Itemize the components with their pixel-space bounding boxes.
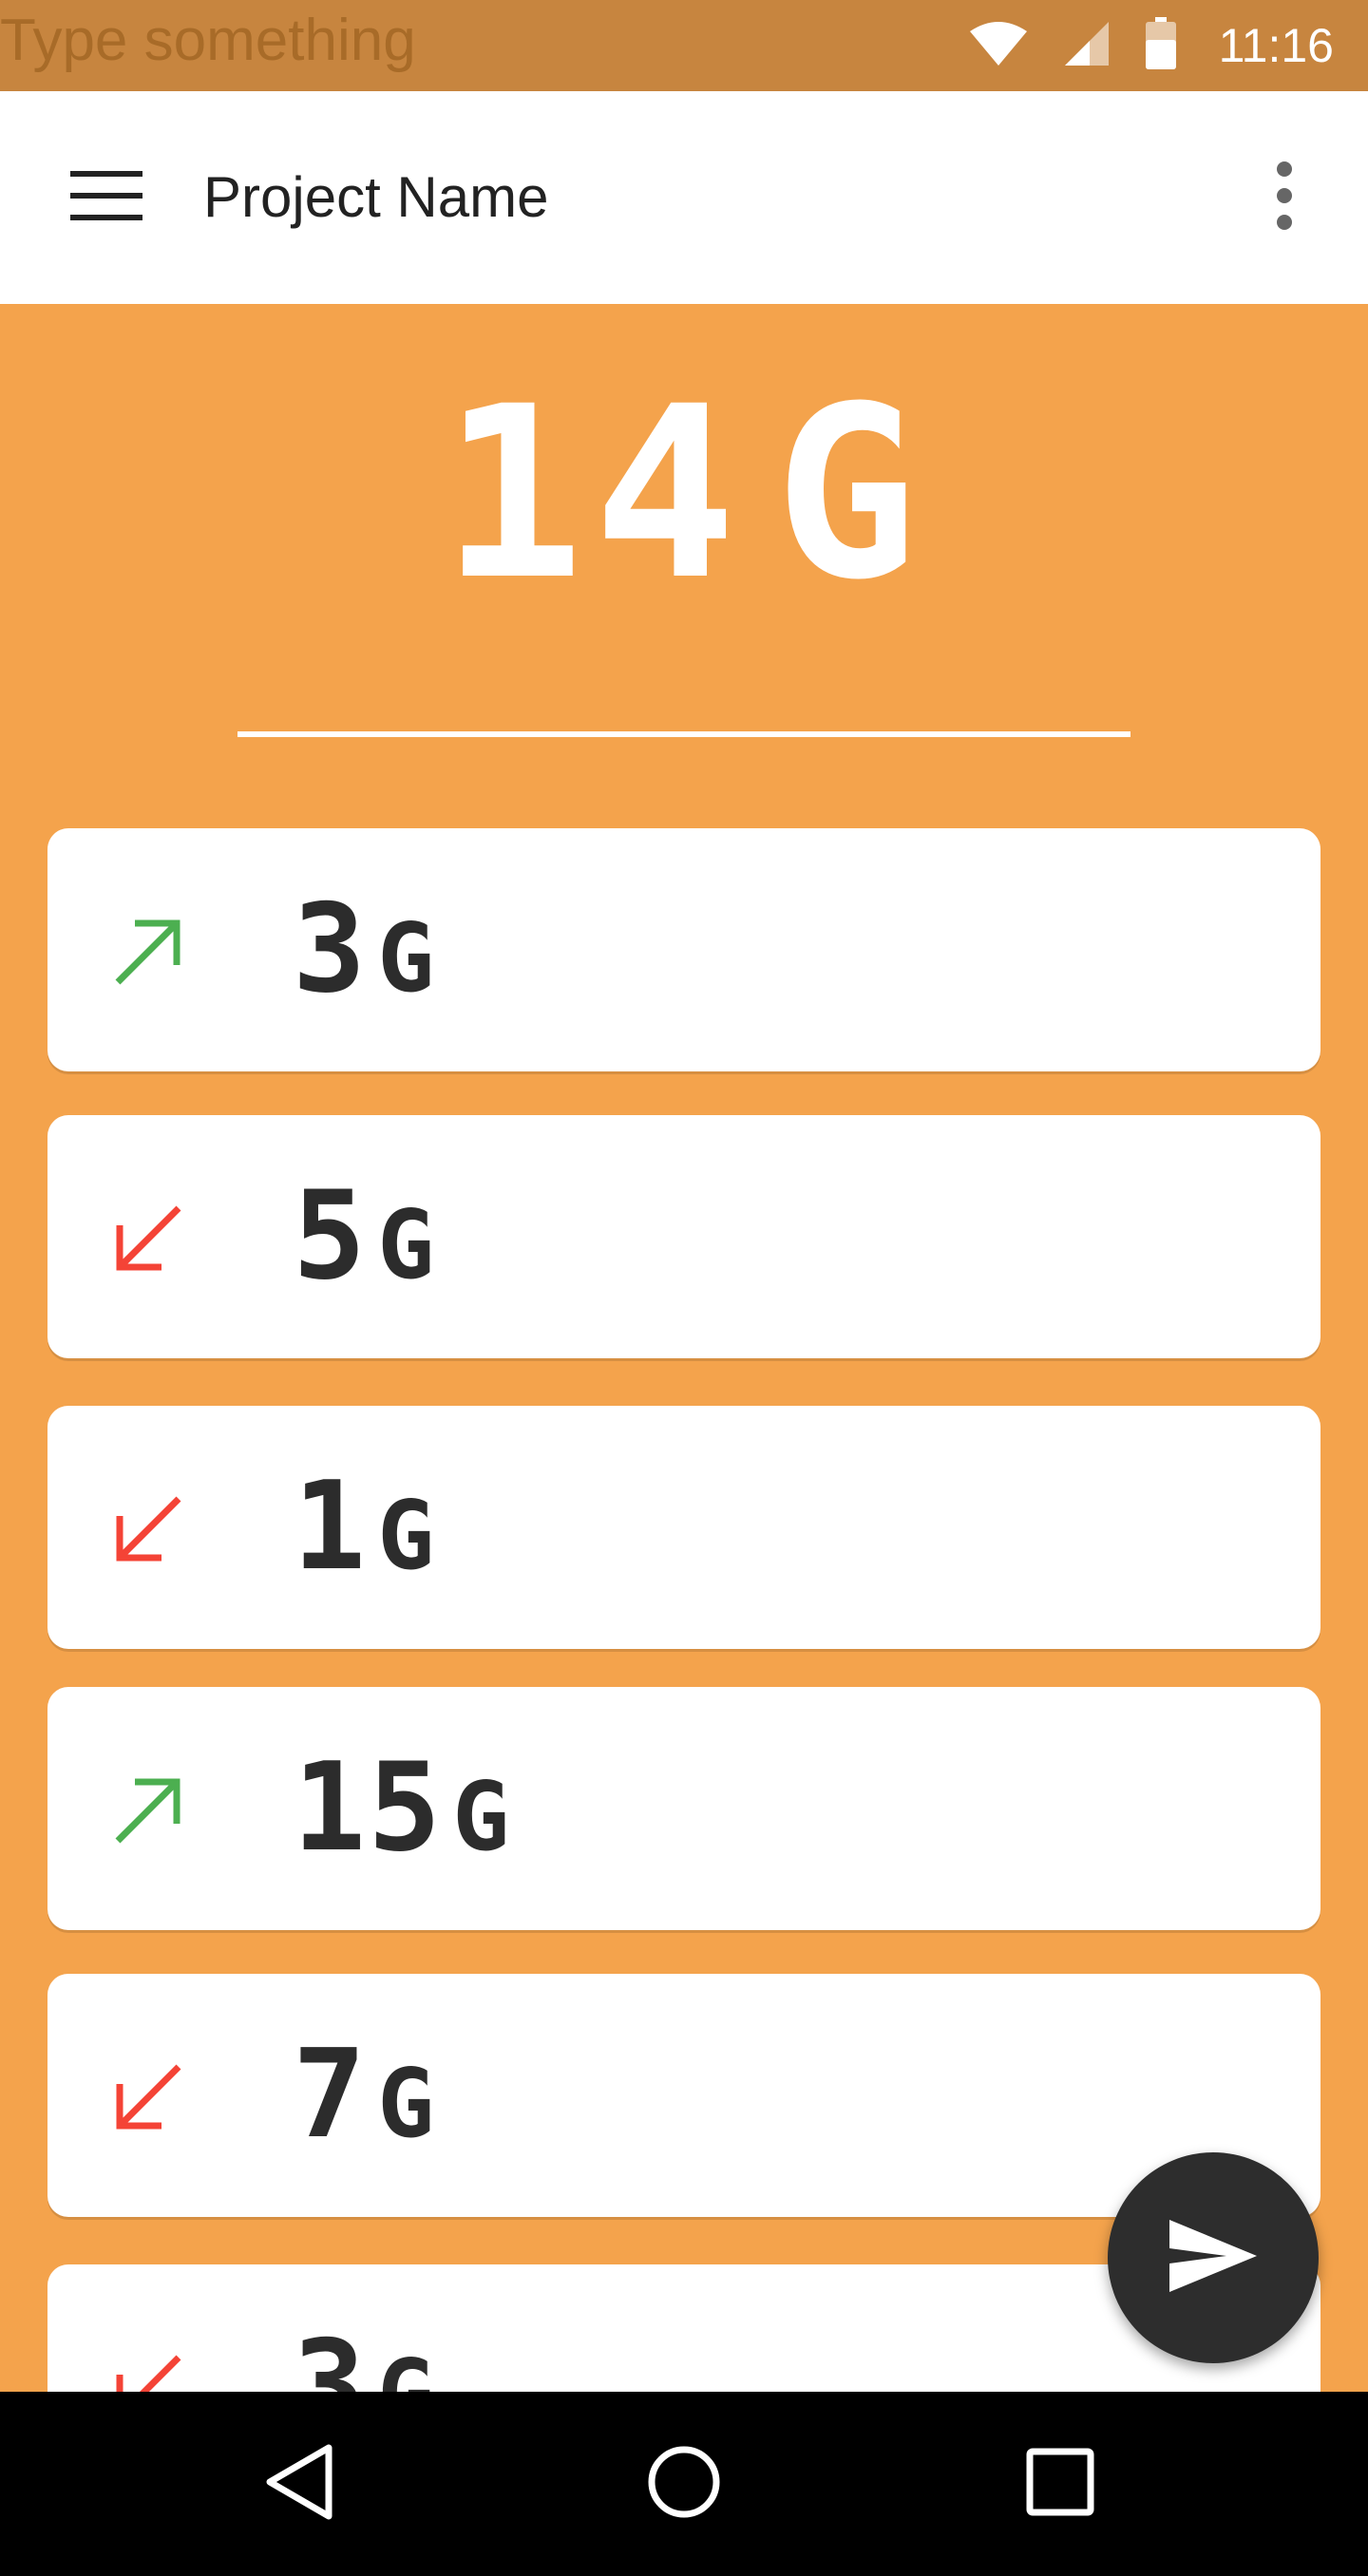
home-icon (646, 2444, 722, 2524)
item-value: 3G (293, 828, 436, 1071)
item-value: 1G (293, 1406, 436, 1649)
item-unit: G (377, 1189, 437, 1300)
status-time: 11:16 (1218, 19, 1334, 72)
total-number: 14 (441, 355, 747, 632)
list-item[interactable]: 15 G (48, 1687, 1320, 1930)
status-bar: Type something 11:16 (0, 0, 1368, 91)
total-value: 14 G (0, 342, 1368, 646)
list-item[interactable]: 3G (48, 828, 1320, 1071)
item-value: 7G (293, 1974, 436, 2217)
status-icons: 11:16 (968, 0, 1334, 91)
status-placeholder-text: Type something (0, 8, 416, 73)
item-number: 1 (293, 1456, 369, 1598)
battery-icon (1145, 17, 1177, 74)
hamburger-menu-icon (70, 169, 142, 226)
item-unit: G (377, 902, 437, 1013)
list-item[interactable]: 7G (48, 1974, 1320, 2217)
arrow-up-right-icon (110, 914, 186, 990)
item-number: 3 (293, 879, 369, 1020)
send-icon (1168, 2218, 1259, 2298)
arrow-down-left-icon (110, 2059, 186, 2135)
wifi-icon (968, 20, 1029, 71)
home-button[interactable] (636, 2436, 732, 2531)
item-unit: G (377, 1480, 437, 1591)
item-value: 5G (293, 1115, 436, 1358)
item-number: 5 (293, 1165, 369, 1307)
recents-button[interactable] (1013, 2436, 1108, 2531)
arrow-up-right-icon (110, 1772, 186, 1848)
total-divider (238, 731, 1130, 737)
back-icon (262, 2442, 338, 2526)
back-button[interactable] (253, 2436, 348, 2531)
arrow-down-left-icon (110, 1491, 186, 1567)
app-title: Project Name (203, 165, 549, 229)
item-number: 15 (293, 1737, 444, 1879)
app-bar: Project Name (0, 91, 1368, 304)
list-item[interactable]: 5G (48, 1115, 1320, 1358)
item-number: 7 (293, 2024, 369, 2166)
navigation-bar (0, 2392, 1368, 2576)
recents-icon (1026, 2448, 1094, 2520)
arrow-down-left-icon (110, 1201, 186, 1277)
list-item[interactable]: 1G (48, 1406, 1320, 1649)
overflow-menu-button[interactable] (1246, 160, 1322, 236)
item-unit: G (452, 1761, 512, 1872)
signal-icon (1063, 20, 1111, 71)
total-unit: G (774, 355, 927, 632)
send-fab-button[interactable] (1108, 2152, 1319, 2363)
item-unit: G (377, 2048, 437, 2159)
menu-button[interactable] (57, 160, 156, 236)
item-value: 15 G (293, 1687, 511, 1930)
more-vert-icon (1275, 161, 1294, 234)
